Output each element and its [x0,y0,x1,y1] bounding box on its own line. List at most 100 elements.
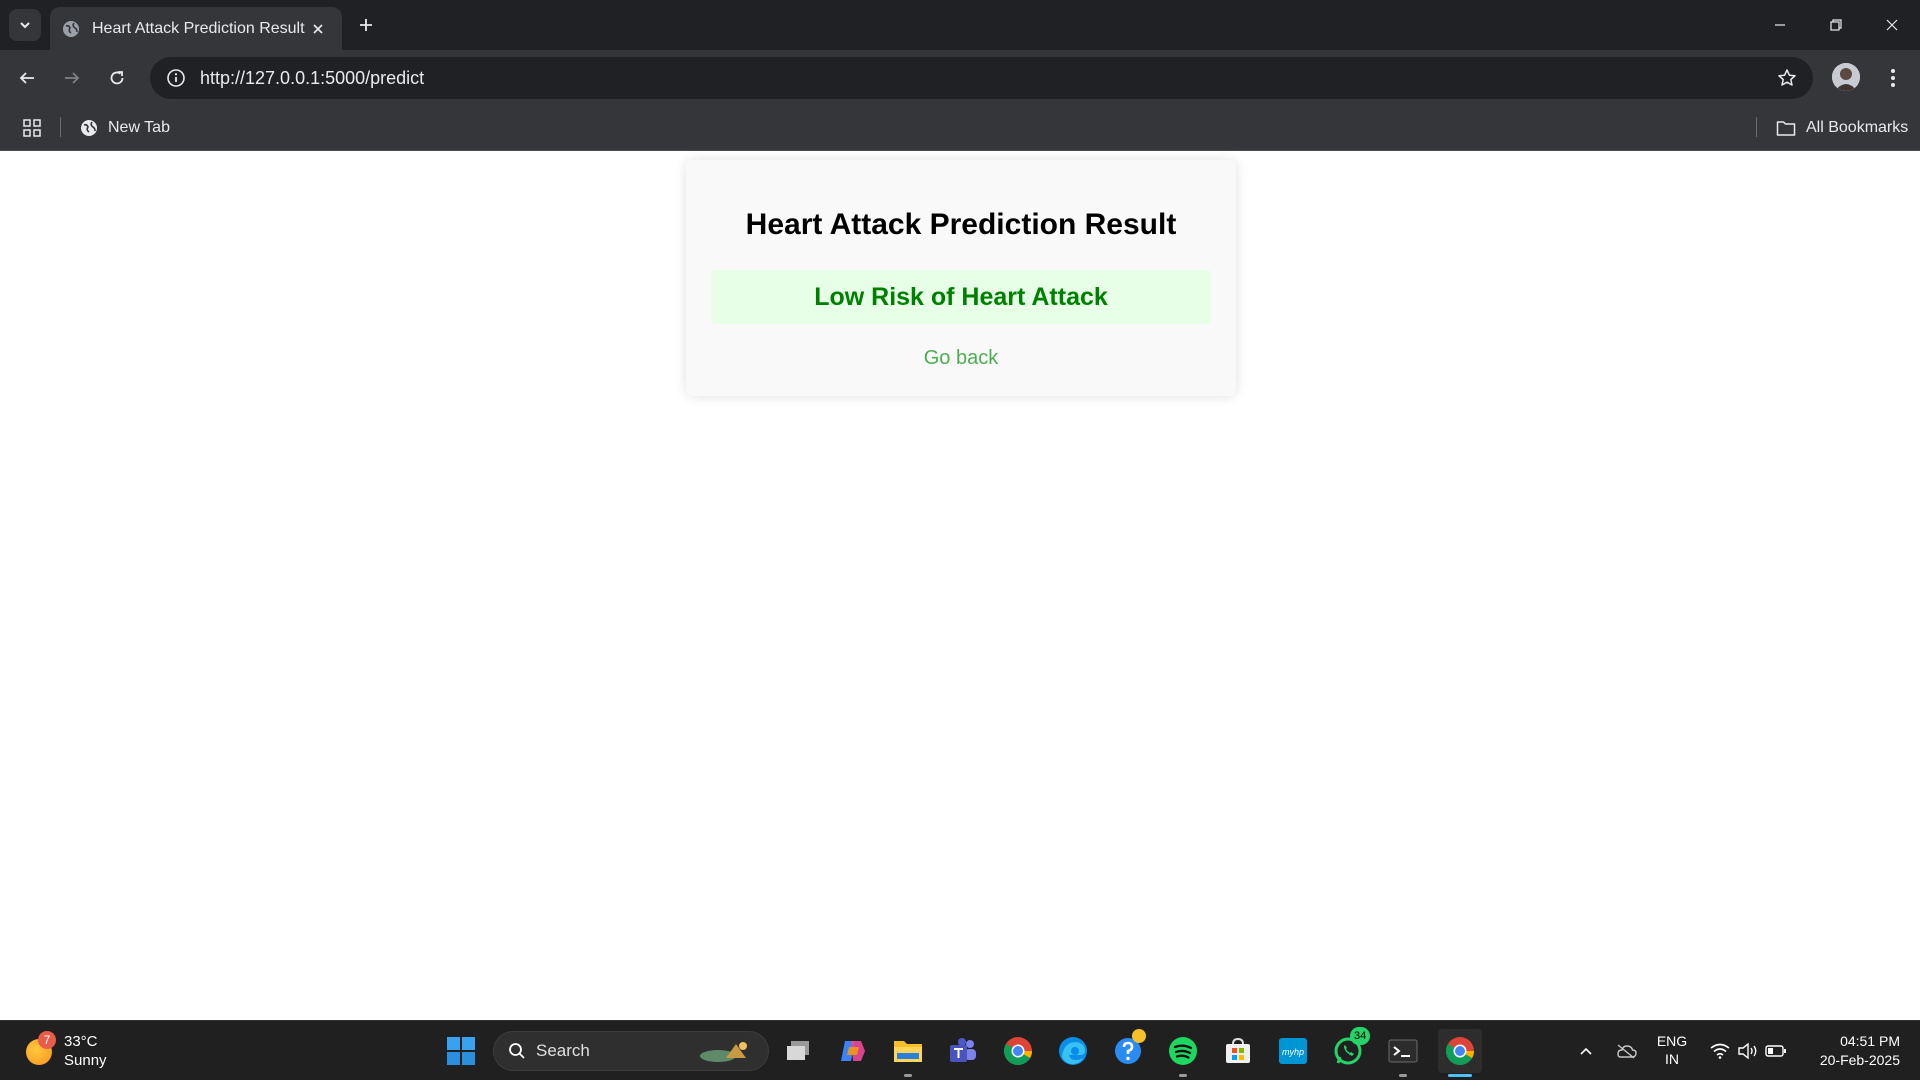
avatar-icon [1832,63,1860,91]
terminal-icon [1388,1039,1418,1063]
cloud-offline-icon [1617,1044,1637,1059]
folder-icon [1776,121,1796,136]
apps-grid-icon [23,119,41,137]
page-title: Heart Attack Prediction Result [745,208,1177,241]
go-back-link[interactable]: Go back [686,347,1236,370]
close-window-button[interactable] [1864,0,1920,50]
tab-close-button[interactable] [306,17,330,41]
taskbar-chrome[interactable] [998,1031,1038,1071]
minimize-icon [1775,24,1785,26]
reload-icon [110,71,124,85]
help-notification-dot [1132,1029,1146,1043]
restore-button[interactable] [1808,0,1864,50]
volume-icon [1738,1043,1757,1059]
system-clock[interactable]: 04:51 PM 20-Feb-2025 [1800,1032,1900,1070]
teams-icon [950,1038,976,1062]
windows-logo-icon [447,1037,475,1065]
whatsapp-badge: 34 [1350,1027,1371,1045]
running-indicator [1399,1074,1407,1077]
weather-condition: Sunny [64,1052,107,1069]
bookmark-star-button[interactable] [1767,57,1807,99]
taskbar-file-explorer[interactable] [888,1031,928,1071]
weather-widget[interactable]: 7 33°C Sunny [24,1031,144,1071]
apps-button[interactable] [20,116,44,140]
active-app-indicator [1448,1074,1472,1077]
spotify-icon [1169,1037,1197,1065]
reload-button[interactable] [101,62,133,94]
prediction-result: Low Risk of Heart Attack [711,270,1211,324]
chrome-icon [1446,1037,1474,1065]
search-highlight-icon [700,1042,747,1062]
taskbar-get-help[interactable] [1108,1029,1148,1071]
svg-text:myhp: myhp [1282,1047,1304,1057]
window-controls [1752,0,1920,50]
taskbar-whatsapp[interactable]: 34 [1328,1027,1371,1071]
copilot-icon [841,1041,865,1061]
plus-icon [360,19,372,31]
running-indicator [1179,1074,1187,1077]
info-icon [167,69,185,87]
battery-status[interactable] [1762,1031,1790,1071]
address-bar[interactable]: http://127.0.0.1:5000/predict [150,57,1813,99]
search-icon [509,1043,525,1059]
star-icon [1778,69,1796,86]
tab-search-button[interactable] [9,9,41,41]
taskbar-chrome-profile[interactable] [1438,1029,1482,1073]
clock-time: 04:51 PM [1840,1033,1900,1049]
close-icon [313,23,323,34]
onedrive-status[interactable] [1610,1031,1642,1071]
browser-toolbar: http://127.0.0.1:5000/predict [0,50,1920,105]
chevron-up-icon [1580,1047,1592,1055]
battery-icon [1765,1045,1786,1057]
taskbar-edge[interactable] [1053,1031,1093,1071]
language-indicator[interactable]: ENG IN [1652,1032,1692,1068]
bookmark-label: New Tab [108,119,170,136]
clock-date: 20-Feb-2025 [1819,1052,1900,1068]
all-bookmarks-label: All Bookmarks [1806,119,1909,136]
taskbar-microsoft-store[interactable] [1218,1031,1258,1071]
browser-menu-button[interactable] [1878,62,1908,94]
task-view-button[interactable] [778,1031,818,1071]
folder-icon [894,1041,922,1062]
minimize-button[interactable] [1752,0,1808,50]
edge-icon [1059,1037,1087,1065]
site-info-button[interactable] [156,57,196,99]
forward-button[interactable] [56,62,88,94]
bookmarks-separator [1756,117,1757,137]
bookmark-new-tab[interactable]: New Tab [80,114,170,142]
network-status[interactable] [1706,1031,1734,1071]
start-button[interactable] [441,1031,481,1071]
profile-avatar[interactable] [1832,63,1860,91]
taskbar-teams[interactable] [943,1031,983,1071]
all-bookmarks-button[interactable]: All Bookmarks [1776,114,1908,142]
browser-titlebar: Heart Attack Prediction Result [0,0,1920,50]
taskbar-myhp[interactable]: myhp [1273,1031,1313,1071]
taskbar-spotify[interactable] [1163,1031,1203,1071]
tab-title: Heart Attack Prediction Result [92,19,305,37]
language-region: IN [1665,1051,1679,1067]
taskbar-search[interactable]: Search [493,1031,769,1071]
language-code: ENG [1656,1033,1688,1049]
wifi-icon [1710,1043,1730,1059]
arrow-right-icon [65,72,80,84]
tab-active[interactable]: Heart Attack Prediction Result [50,7,342,50]
show-hidden-icons-button[interactable] [1572,1031,1600,1071]
running-indicator [904,1074,912,1077]
new-tab-button[interactable] [352,11,380,39]
chrome-icon [1004,1037,1032,1065]
taskbar-terminal[interactable] [1383,1031,1423,1071]
bookmarks-separator [60,117,61,137]
store-icon [1226,1037,1250,1063]
back-button[interactable] [11,62,43,94]
close-icon [1886,19,1898,31]
volume-status[interactable] [1734,1031,1762,1071]
restore-icon [1830,19,1842,31]
result-card: Heart Attack Prediction Result Low Risk … [686,160,1236,396]
myhp-icon: myhp [1279,1038,1307,1064]
bookmarks-bar: New Tab All Bookmarks [0,105,1920,151]
weather-temperature: 33°C [64,1033,98,1050]
url-text[interactable]: http://127.0.0.1:5000/predict [200,68,1767,89]
weather-badge: 7 [38,1031,56,1049]
taskbar-copilot[interactable] [833,1031,873,1071]
windows-taskbar: 7 33°C Sunny Search myhp 34 ENG IN 04:51… [0,1020,1920,1080]
